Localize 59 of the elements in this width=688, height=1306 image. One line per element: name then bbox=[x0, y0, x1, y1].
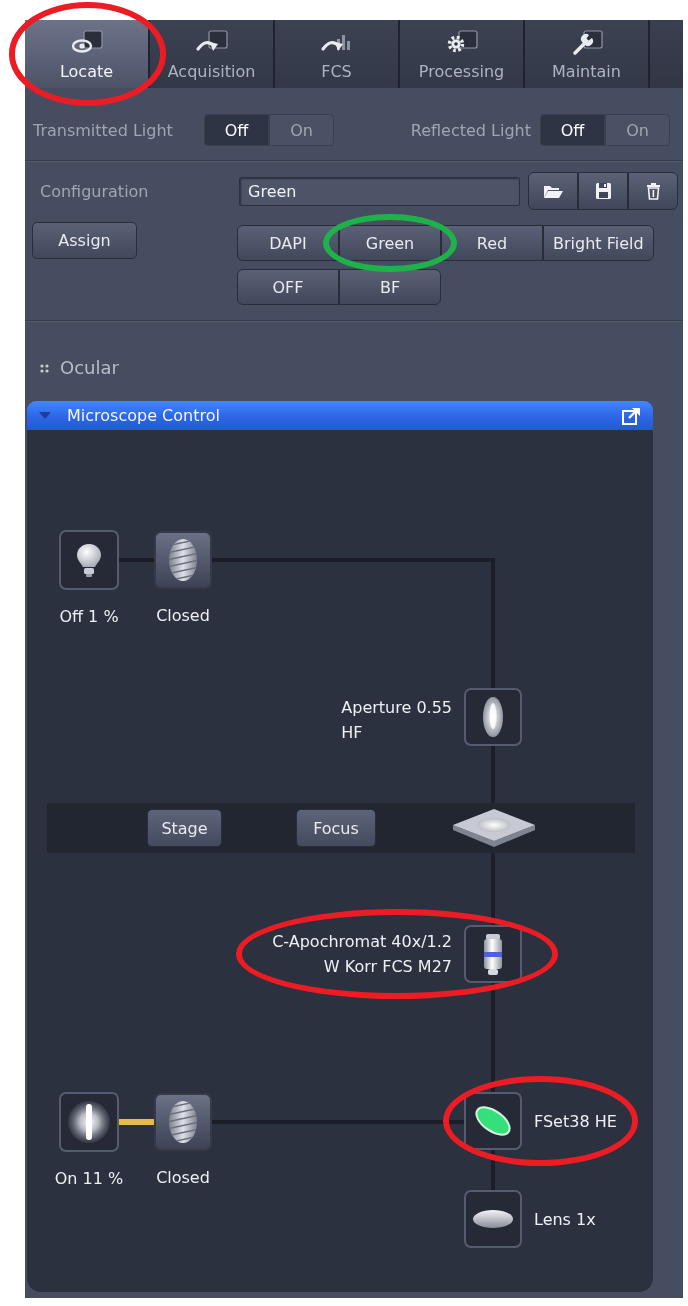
save-icon bbox=[594, 182, 612, 200]
section-title: Microscope Control bbox=[67, 406, 221, 425]
toggle-option[interactable]: Off bbox=[204, 114, 269, 146]
glowing-lamp-icon bbox=[67, 1100, 111, 1144]
preset-button[interactable]: OFF bbox=[237, 269, 339, 305]
lamp-status-label: On 11 % bbox=[54, 1168, 124, 1190]
lamp-button[interactable] bbox=[59, 530, 119, 590]
folder-icon bbox=[542, 183, 564, 199]
tab[interactable]: Processing bbox=[400, 20, 525, 88]
stage-icon[interactable] bbox=[451, 807, 537, 849]
grip-icon bbox=[40, 363, 49, 373]
delete-button[interactable] bbox=[628, 172, 678, 210]
stage-bar-button[interactable]: Stage bbox=[147, 809, 222, 847]
diaphragm-icon bbox=[167, 537, 199, 583]
objective-button[interactable] bbox=[464, 925, 522, 983]
configuration-label: Configuration bbox=[39, 181, 150, 201]
tab[interactable]: Acquisition bbox=[150, 20, 275, 88]
lens-button[interactable] bbox=[464, 1190, 522, 1248]
filter-button[interactable] bbox=[464, 1092, 522, 1150]
bulb-icon bbox=[76, 542, 102, 578]
lens-icon bbox=[471, 1208, 515, 1230]
preset-button[interactable]: DAPI bbox=[237, 225, 339, 261]
lamp-status-label: Off 1 % bbox=[59, 606, 119, 628]
pop-out-button[interactable] bbox=[622, 406, 641, 425]
eye-icon bbox=[69, 30, 104, 56]
preset-button[interactable]: Green bbox=[339, 225, 441, 261]
diaphragm-button[interactable] bbox=[154, 1093, 212, 1151]
switch-label: Transmitted Light bbox=[33, 120, 174, 140]
filter-label: FSet38 HE bbox=[534, 1110, 617, 1133]
tab[interactable]: Locate bbox=[25, 20, 150, 88]
lens-icon bbox=[481, 695, 505, 739]
preset-button[interactable]: BF bbox=[339, 269, 441, 305]
objective-label: C-Apochromat 40x/1.2 W Korr FCS M27 bbox=[272, 931, 452, 978]
diaphragm-button[interactable] bbox=[154, 531, 212, 589]
condenser-button[interactable] bbox=[464, 688, 522, 746]
diaphragm-icon bbox=[167, 1099, 199, 1145]
diaphragm-status-label: Closed bbox=[156, 605, 210, 627]
tab[interactable]: FCS bbox=[275, 20, 400, 88]
ocular-section-button[interactable]: Ocular bbox=[40, 356, 119, 380]
assign-button[interactable]: Assign bbox=[32, 222, 137, 259]
save-button[interactable] bbox=[578, 172, 628, 210]
switch-label: Reflected Light bbox=[410, 120, 531, 140]
section-header[interactable]: Microscope Control bbox=[27, 401, 653, 430]
preset-button[interactable]: Bright Field bbox=[543, 225, 654, 261]
preset-button[interactable]: Red bbox=[441, 225, 543, 261]
stage-bar-button[interactable]: Focus bbox=[296, 809, 376, 847]
open-button[interactable] bbox=[528, 172, 578, 210]
toggle-option[interactable]: Off bbox=[540, 114, 605, 146]
lamp-button[interactable] bbox=[59, 1092, 119, 1152]
toggle-option[interactable]: On bbox=[605, 114, 670, 146]
condenser-label: Aperture 0.55 HF bbox=[341, 697, 452, 744]
tab[interactable]: Maintain bbox=[525, 20, 650, 88]
toggle-option[interactable]: On bbox=[269, 114, 334, 146]
configuration-field[interactable]: Green bbox=[239, 176, 520, 206]
pop-out-icon bbox=[622, 406, 641, 425]
trash-icon bbox=[644, 182, 662, 200]
diaphragm-status-label: Closed bbox=[156, 1167, 210, 1189]
connector-line bbox=[119, 1119, 154, 1125]
lens-label: Lens 1x bbox=[534, 1208, 596, 1231]
